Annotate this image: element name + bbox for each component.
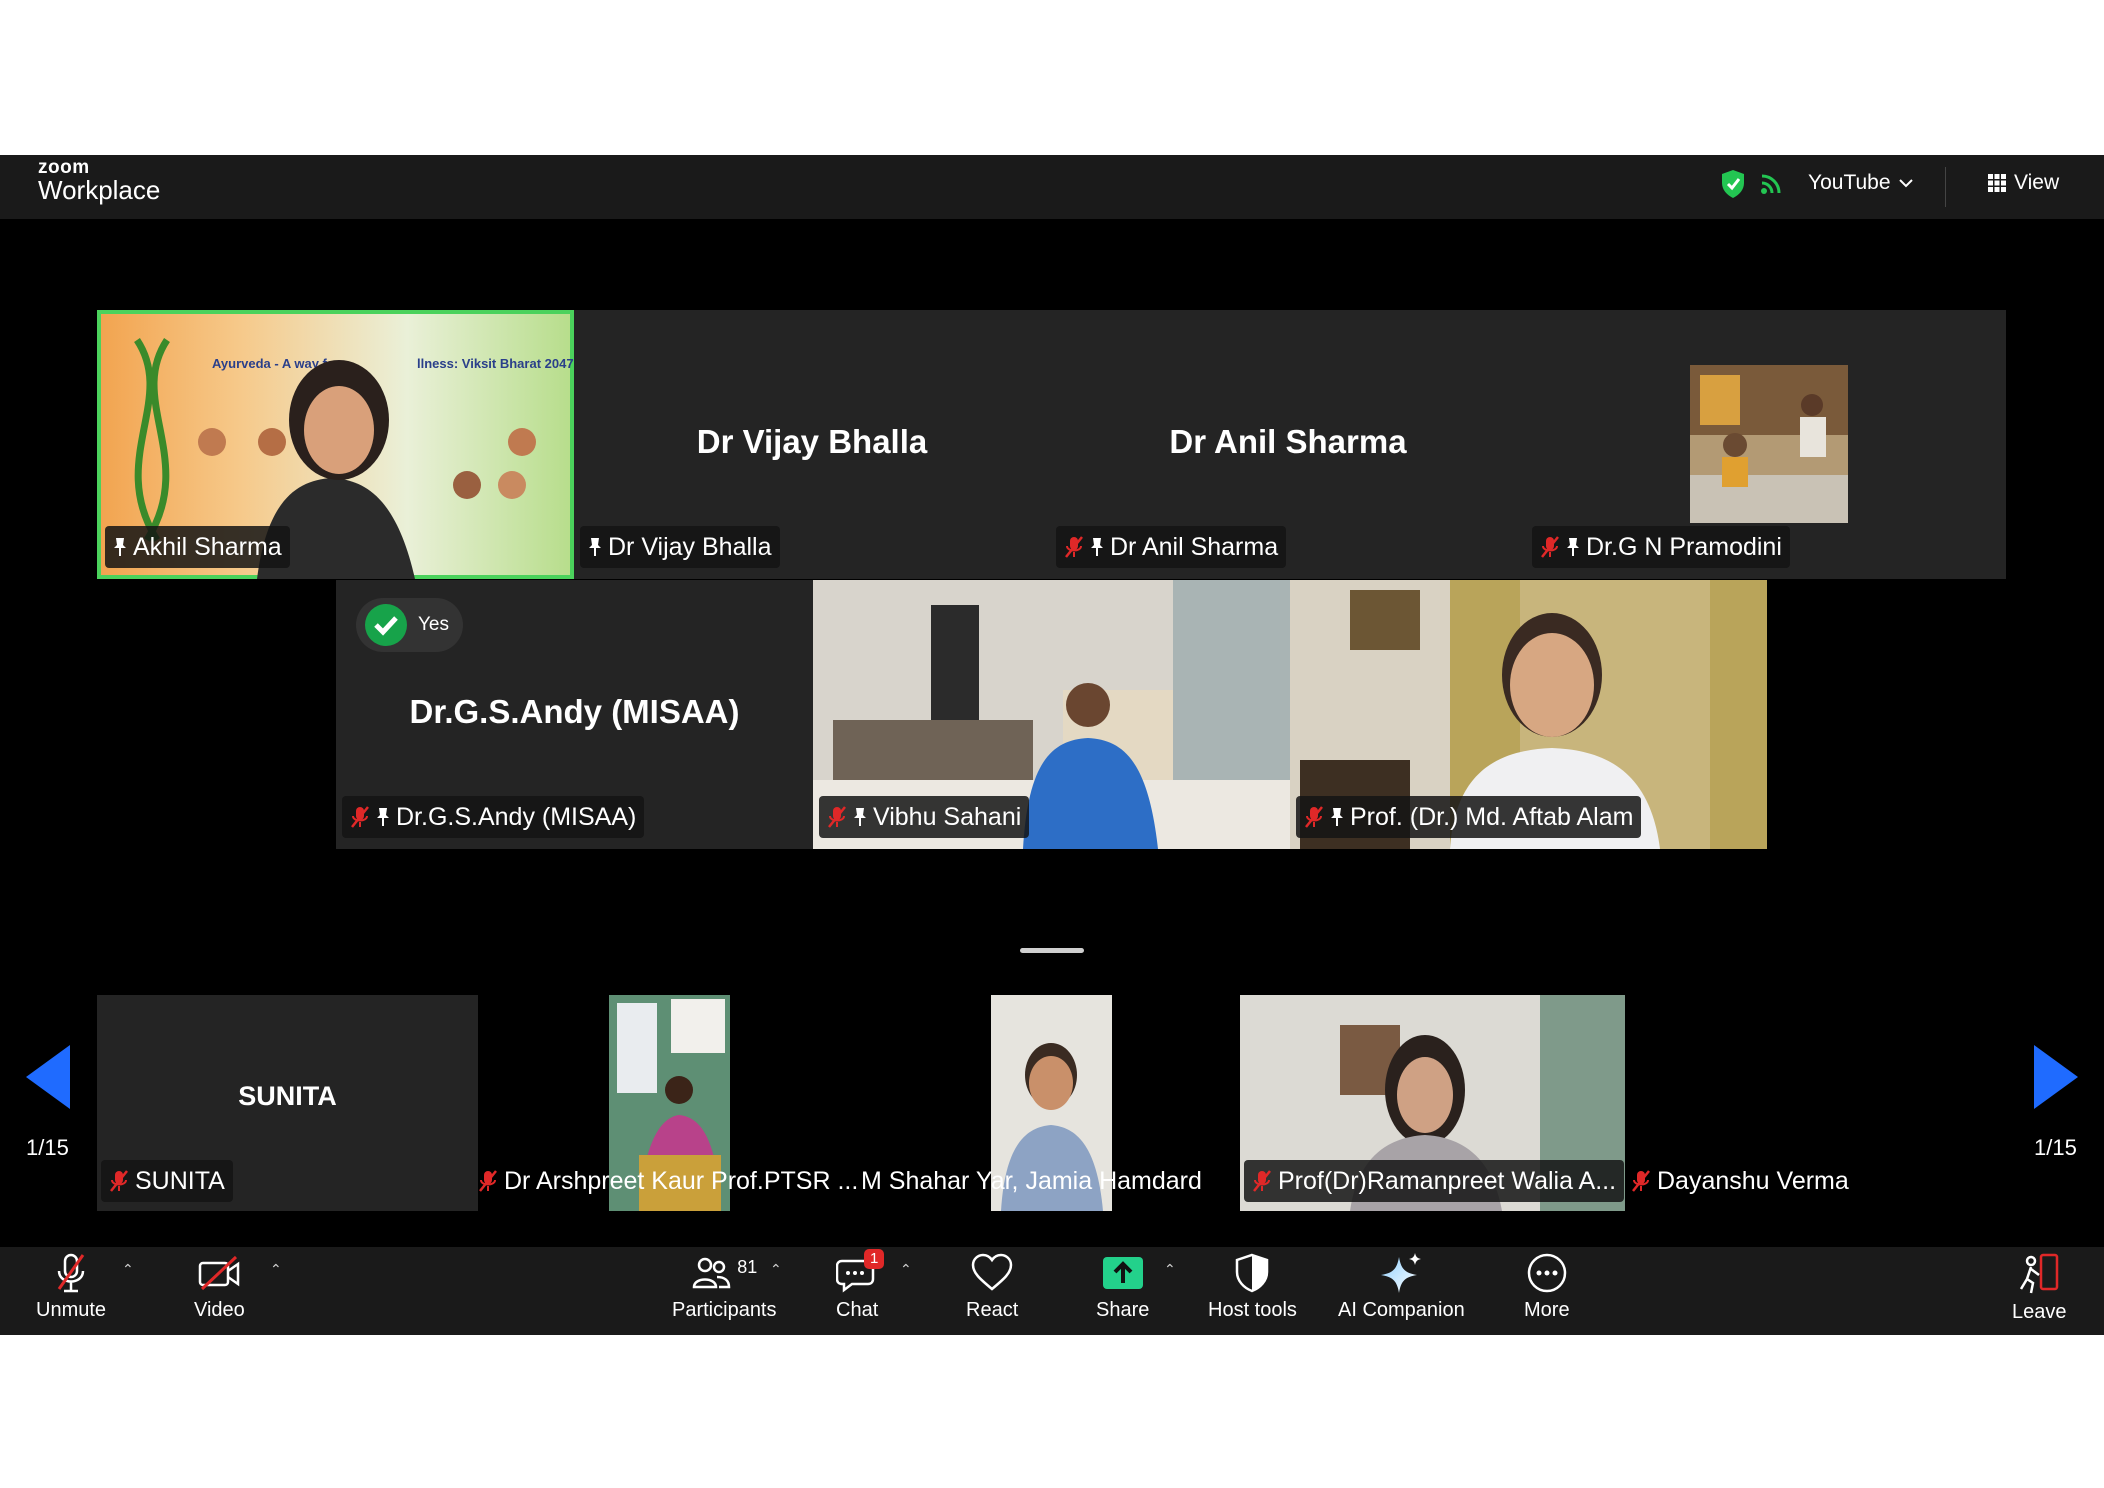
active-speaker-tile[interactable]: Ayurveda - A way fo llness: Viksit Bhara… — [97, 310, 574, 579]
participant-name: Dr Vijay Bhalla — [696, 423, 928, 460]
previous-page-arrow-icon[interactable] — [26, 1045, 70, 1114]
audio-options-chevron-icon[interactable]: ⌃ — [122, 1261, 134, 1278]
participants-options-chevron-icon[interactable]: ⌃ — [770, 1261, 782, 1278]
top-bar: zoom Workplace YouTube View — [0, 155, 2104, 219]
pin-icon — [113, 537, 127, 557]
more-icon — [1527, 1253, 1567, 1293]
participant-label: Dr.G.S.Andy (MISAA) — [342, 796, 645, 838]
video-options-chevron-icon[interactable]: ⌃ — [270, 1261, 282, 1278]
participant-tile[interactable]: Dr.G N Pramodini — [1526, 310, 2006, 579]
heart-icon — [971, 1253, 1013, 1291]
participant-label: Dr Anil Sharma — [1056, 526, 1287, 568]
participant-name: SUNITA — [238, 1081, 337, 1111]
grid-icon — [1988, 174, 2006, 192]
mic-muted-icon — [1252, 1169, 1272, 1193]
filmstrip-tile[interactable]: Dayanshu Verma — [1625, 995, 2006, 1211]
next-page-arrow-icon[interactable] — [2034, 1045, 2078, 1114]
zoom-meeting-window: zoom Workplace YouTube View Ayurveda - A… — [0, 155, 2104, 1335]
video-button[interactable]: Video — [194, 1251, 245, 1322]
mic-muted-icon — [827, 805, 847, 829]
pin-icon — [1330, 807, 1344, 827]
participant-tile[interactable]: Prof. (Dr.) Md. Aftab Alam — [1290, 580, 1767, 849]
participant-label: Dayanshu Verma — [1625, 1160, 1855, 1202]
participant-avatar — [1690, 365, 1848, 523]
mic-muted-icon — [1064, 535, 1084, 559]
filmstrip-tile[interactable]: Prof(Dr)Ramanpreet Walia A... — [1240, 995, 1625, 1211]
participant-label: Prof(Dr)Ramanpreet Walia A... — [1244, 1160, 1625, 1202]
participant-tile[interactable]: Dr Vijay Bhalla Dr Vijay Bhalla — [574, 310, 1050, 579]
connection-signal-icon[interactable] — [1760, 173, 1782, 200]
more-button[interactable]: More — [1524, 1251, 1570, 1322]
chat-unread-badge: 1 — [864, 1249, 885, 1269]
participant-label: Prof. (Dr.) Md. Aftab Alam — [1296, 796, 1642, 838]
react-button[interactable]: React — [966, 1251, 1018, 1322]
share-button[interactable]: Share — [1096, 1251, 1149, 1322]
pin-icon — [588, 537, 602, 557]
view-button[interactable]: View — [1988, 171, 2059, 195]
svg-text:llness: Viksit Bharat 2047: llness: Viksit Bharat 2047 — [417, 356, 574, 371]
filmstrip-tile[interactable]: SUNITA SUNITA — [97, 995, 478, 1211]
leave-button[interactable]: Leave — [2012, 1251, 2067, 1324]
mic-muted-icon — [478, 1169, 498, 1193]
sparkle-icon — [1381, 1253, 1422, 1293]
chevron-down-icon — [1898, 179, 1913, 188]
mic-muted-icon — [1304, 805, 1324, 829]
page-indicator-right: 1/15 — [2034, 1135, 2077, 1160]
host-tools-button[interactable]: Host tools — [1208, 1251, 1297, 1322]
mic-muted-icon — [109, 1169, 129, 1193]
pin-icon — [853, 807, 867, 827]
participant-tile[interactable]: Vibhu Sahani — [813, 580, 1290, 849]
participant-name: Dr Anil Sharma — [1169, 423, 1407, 460]
unmute-button[interactable]: Unmute — [36, 1251, 106, 1322]
participant-label: Dr Arshpreet Kaur Prof.PTSR ... — [478, 1160, 859, 1202]
participant-label: Vibhu Sahani — [819, 796, 1030, 838]
participant-label: SUNITA — [101, 1160, 233, 1202]
green-check-icon — [365, 604, 407, 646]
camera-off-icon — [199, 1255, 240, 1291]
chat-button[interactable]: 1 Chat — [835, 1249, 885, 1322]
livestream-label: YouTube — [1808, 171, 1891, 194]
divider — [1945, 167, 1946, 207]
filmstrip-tile[interactable]: Dr Arshpreet Kaur Prof.PTSR ... — [478, 995, 859, 1211]
view-label: View — [2014, 171, 2060, 194]
participant-tile[interactable]: Yes Dr.G.S.Andy (MISAA) Dr.G.S.Andy (MIS… — [336, 580, 813, 849]
pin-icon — [1566, 537, 1580, 557]
shield-icon — [1236, 1253, 1269, 1293]
participant-label: M Shahar Yar, Jamia Hamdard — [861, 1166, 1202, 1195]
mic-muted-icon — [350, 805, 370, 829]
participant-label: Dr.G N Pramodini — [1532, 526, 1790, 568]
chat-options-chevron-icon[interactable]: ⌃ — [900, 1261, 912, 1278]
pin-icon — [1090, 537, 1104, 557]
mic-muted-icon — [1540, 535, 1560, 559]
mic-muted-icon — [1631, 1169, 1651, 1193]
mic-muted-icon — [57, 1253, 85, 1293]
share-options-chevron-icon[interactable]: ⌃ — [1164, 1261, 1176, 1278]
participant-tile[interactable]: Dr Anil Sharma Dr Anil Sharma — [1050, 310, 1526, 579]
participants-count: 81 — [737, 1256, 758, 1277]
reaction-badge: Yes — [356, 598, 463, 652]
participants-button[interactable]: 81 Participants — [672, 1251, 777, 1322]
participant-label: Akhil Sharma — [105, 526, 290, 568]
ai-companion-button[interactable]: AI Companion — [1338, 1251, 1465, 1322]
filmstrip-tile[interactable]: M Shahar Yar, Jamia Hamdard — [859, 995, 1240, 1211]
pin-icon — [376, 807, 390, 827]
leave-icon — [2020, 1253, 2059, 1294]
page-indicator-left: 1/15 — [26, 1135, 69, 1160]
share-screen-icon — [1102, 1257, 1143, 1289]
meeting-toolbar: Unmute ⌃ Video ⌃ 81 Participants ⌃ 1 Cha… — [0, 1247, 2104, 1335]
app-title: Workplace — [38, 175, 161, 205]
participants-icon — [692, 1257, 731, 1289]
encryption-shield-icon[interactable] — [1720, 169, 1746, 204]
participant-name: Dr.G.S.Andy (MISAA) — [409, 693, 740, 730]
participant-label: Dr Vijay Bhalla — [580, 526, 780, 568]
livestream-dropdown[interactable]: YouTube — [1808, 171, 1913, 195]
filmstrip-resize-handle[interactable] — [1020, 948, 1084, 953]
